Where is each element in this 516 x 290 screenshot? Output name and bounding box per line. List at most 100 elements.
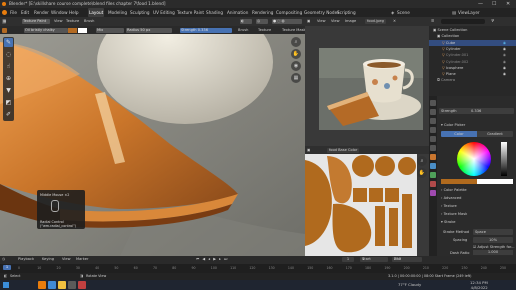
strength-field[interactable]: Strength 0.336 <box>180 27 232 33</box>
app-taskbar-icon[interactable] <box>68 281 76 289</box>
data-tab-icon[interactable] <box>430 172 436 178</box>
image-menu-image[interactable]: Image <box>345 17 356 26</box>
outliner-search-input[interactable] <box>441 19 485 24</box>
uv-zoom-icon[interactable]: ⌕ <box>417 156 427 166</box>
world-tab-icon[interactable] <box>430 145 436 151</box>
color-swatch-primary[interactable] <box>68 27 77 33</box>
viewport-shading-button[interactable]: ◐ <box>240 19 252 24</box>
section-advanced[interactable]: › Advanced <box>441 196 461 200</box>
brush-menu[interactable]: Brush <box>238 26 248 34</box>
mask-icon[interactable]: ◩ <box>4 98 13 107</box>
color-tab[interactable]: Color <box>441 131 477 137</box>
dash-ratio-field[interactable]: 1.000 <box>473 250 513 255</box>
playhead[interactable]: 1 <box>3 265 11 270</box>
active-color-swatch[interactable] <box>441 179 477 184</box>
camera-icon[interactable]: ◉ <box>291 61 301 71</box>
uv-editor-type-icon[interactable]: ▣ <box>307 146 310 154</box>
tab-modeling[interactable]: Modeling <box>107 8 128 17</box>
menu-brush[interactable]: Brush <box>84 17 94 26</box>
clock[interactable]: 12:34 PM 4/8/2022 <box>470 280 488 290</box>
start-frame-field[interactable]: Start 1 <box>360 257 388 262</box>
section-texture-mask[interactable]: › Texture Mask <box>441 212 467 216</box>
scene-selector[interactable]: Scene <box>397 8 410 17</box>
browser-taskbar-icon[interactable] <box>48 281 56 289</box>
hand-icon[interactable]: ✋ <box>291 49 301 59</box>
secondary-color-swatch[interactable] <box>477 179 513 184</box>
menu-edit[interactable]: Edit <box>21 8 29 17</box>
strength-slider[interactable]: Strength 0.336 <box>439 108 514 114</box>
outliner-row[interactable]: ◘ Camera <box>429 77 516 83</box>
menu-keying[interactable]: Keying <box>42 256 54 263</box>
editor-type-icon[interactable]: ▦ <box>2 19 6 24</box>
timeline-type-icon[interactable]: ◷ <box>2 256 5 263</box>
tool-tab-icon[interactable] <box>430 100 436 106</box>
tab-sculpting[interactable]: Sculpting <box>129 8 151 17</box>
menu-file[interactable]: File <box>10 8 17 17</box>
image-editor-view[interactable] <box>305 26 429 146</box>
image-menu-view[interactable]: View <box>317 17 326 26</box>
maximize-button[interactable]: ☐ <box>492 0 496 8</box>
section-color-palette[interactable]: › Color Palette <box>441 188 467 192</box>
outliner-type-icon[interactable]: ☰ <box>431 17 434 26</box>
blender-menu-icon[interactable] <box>2 10 7 15</box>
tab-uv-editing[interactable]: UV Editing <box>152 8 176 17</box>
blender-taskbar-icon[interactable] <box>38 281 46 289</box>
texture-mask-menu[interactable]: Texture Mask <box>282 26 305 34</box>
brush-preview-icon[interactable] <box>2 27 7 33</box>
image-editor-type-icon[interactable]: ▣ <box>307 17 310 26</box>
zoom-icon[interactable]: ⌕ <box>291 37 301 47</box>
brush-selector[interactable]: Oil bristly chalky <box>24 27 68 33</box>
menu-playback[interactable]: Playback <box>18 256 34 263</box>
smear-icon[interactable]: ☝ <box>4 62 13 71</box>
color-wheel[interactable] <box>457 142 491 176</box>
menu-view[interactable]: View <box>54 17 63 26</box>
section-texture[interactable]: › Texture <box>441 204 457 208</box>
color-swatch-secondary[interactable] <box>78 27 87 33</box>
menu-render[interactable]: Render <box>34 8 49 17</box>
modifier-tab-icon[interactable] <box>430 163 436 169</box>
tab-shading[interactable]: Shading <box>205 8 224 17</box>
close-button[interactable]: ✕ <box>506 0 510 8</box>
uv-editor-view[interactable]: ⌕ ✋ <box>305 154 429 256</box>
image-menu-view-2[interactable]: View <box>331 17 340 26</box>
gradient-tab[interactable]: Gradient <box>477 131 513 137</box>
tab-layout[interactable]: Layout <box>88 8 105 17</box>
blend-mode-selector[interactable]: Mix <box>96 27 124 33</box>
section-stroke[interactable]: ▾ Stroke <box>441 220 455 224</box>
end-frame-field[interactable]: End 250 <box>392 257 422 262</box>
radius-field[interactable]: Radius 50 px <box>126 27 172 33</box>
minimize-button[interactable]: — <box>478 0 483 8</box>
tab-compositing[interactable]: Compositing <box>275 8 303 17</box>
weather-widget[interactable]: 77°F Cloudy <box>398 280 421 290</box>
value-slider[interactable] <box>501 142 507 176</box>
texture-menu[interactable]: Texture <box>258 26 271 34</box>
tab-texture-paint[interactable]: Texture Paint <box>176 8 205 17</box>
view-layer-tab-icon[interactable] <box>430 127 436 133</box>
explorer-taskbar-icon[interactable] <box>58 281 66 289</box>
overlay-button[interactable]: ◎ <box>256 19 268 24</box>
menu-texture[interactable]: Texture <box>66 17 79 26</box>
color-picker-header[interactable]: ▾ Color Picker <box>441 123 465 127</box>
shading-mode-button[interactable]: ● ◌ ◍ <box>272 19 302 24</box>
clone-icon[interactable]: ⊕ <box>4 74 13 83</box>
current-frame-field[interactable]: 1 <box>342 257 354 262</box>
menu-marker[interactable]: Marker <box>76 256 88 263</box>
render-tab-icon[interactable] <box>430 109 436 115</box>
menu-window[interactable]: Window <box>51 8 68 17</box>
spacing-field[interactable]: 10% <box>473 237 513 243</box>
tab-animation[interactable]: Animation <box>226 8 249 17</box>
frame-ruler[interactable]: 0 10 20 30 40 50 60 70 80 90 100 110 120 130 140 150 160… <box>0 264 516 273</box>
object-tab-icon[interactable] <box>430 154 436 160</box>
media-taskbar-icon[interactable] <box>78 281 86 289</box>
fill-icon[interactable]: ▼ <box>4 86 13 95</box>
menu-view[interactable]: View <box>62 256 71 263</box>
texture-tab-icon[interactable] <box>430 190 436 196</box>
blur-icon[interactable]: ◌ <box>4 50 13 59</box>
image-filename-field[interactable]: food.jpeg <box>365 19 386 24</box>
start-menu-icon[interactable] <box>3 282 9 288</box>
uv-image-field[interactable]: food Base Color <box>327 147 360 153</box>
tab-rendering[interactable]: Rendering <box>251 8 274 17</box>
annotate-icon[interactable]: ✐ <box>4 110 13 119</box>
view-layer-selector[interactable]: ViewLayer <box>458 8 480 17</box>
tab-geometry-nodes[interactable]: Geometry Nodes <box>303 8 340 17</box>
